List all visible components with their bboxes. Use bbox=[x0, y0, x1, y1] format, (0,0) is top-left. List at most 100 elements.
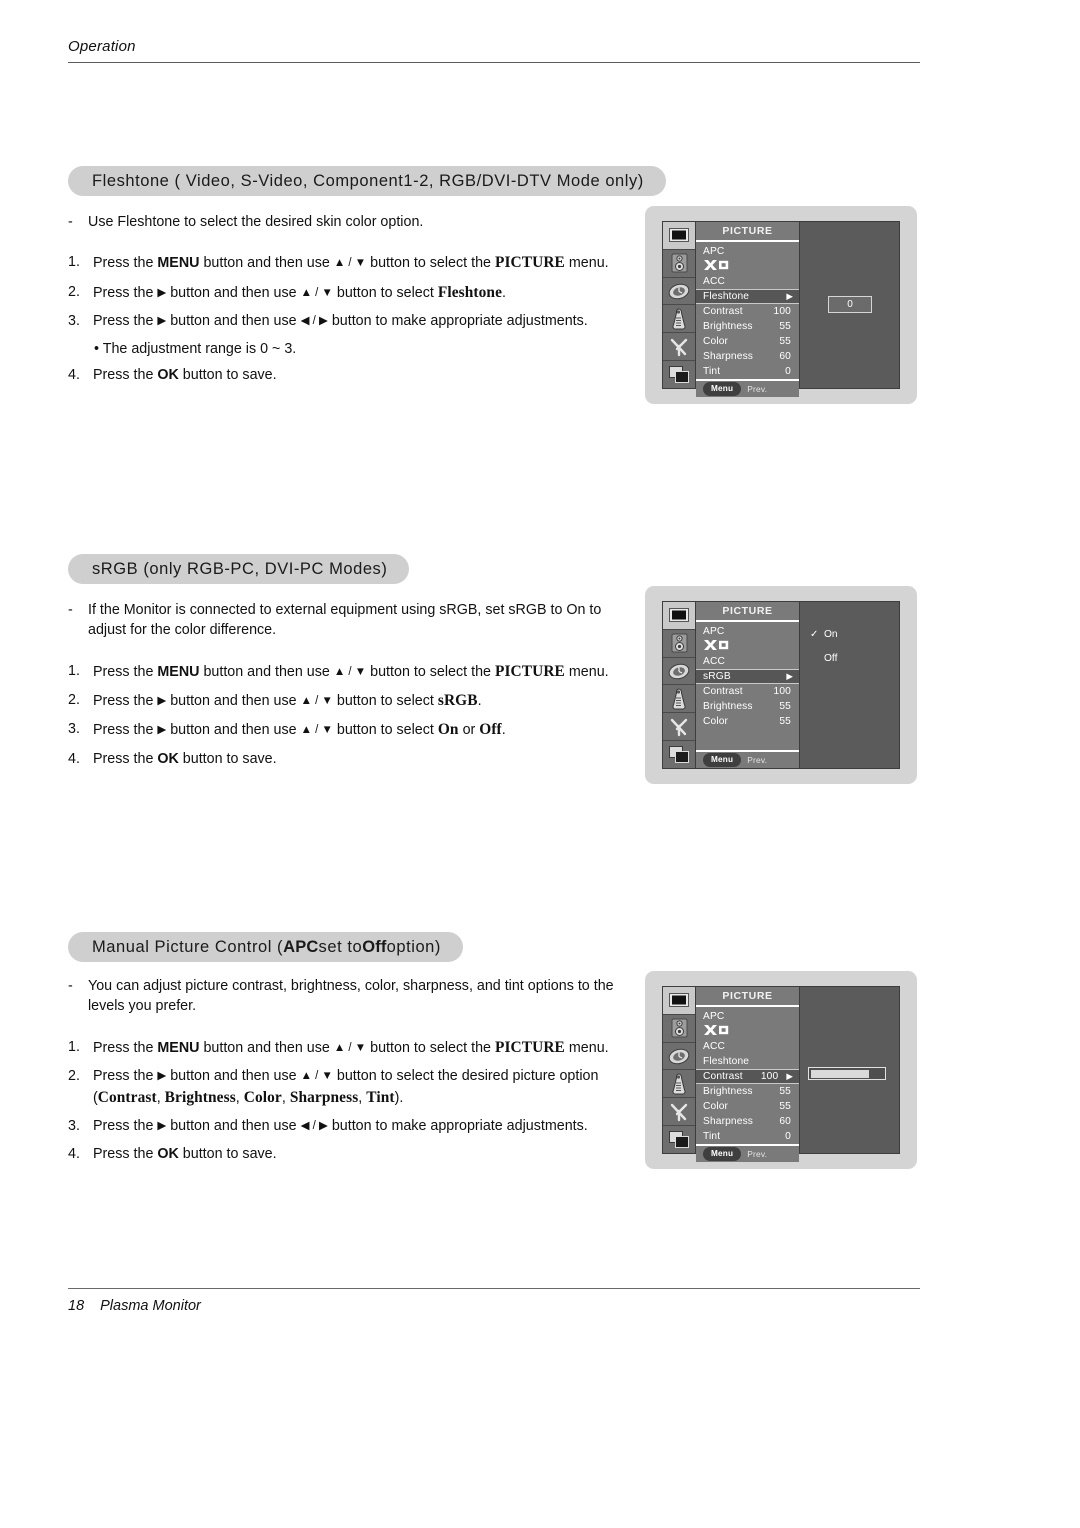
step-text: Press the MENU button and then use ▲ / ▼… bbox=[93, 254, 609, 272]
special-tools-icon[interactable] bbox=[663, 713, 695, 742]
osd-row-sharpness[interactable]: Sharpness 60 bbox=[696, 349, 799, 364]
osd-menu-column: PICTURE APC ACC Fleshtone ▶ Contrast 100 B… bbox=[696, 221, 800, 397]
osd-row-tint[interactable]: Tint 0 bbox=[696, 364, 799, 379]
step-number: 4. bbox=[68, 750, 80, 767]
osd-row-contrast[interactable]: Contrast 100 bbox=[696, 684, 799, 699]
step-text: Press the OK button to save. bbox=[93, 1145, 277, 1162]
osd-menu-title: PICTURE bbox=[696, 602, 799, 622]
osd-icon-rail bbox=[662, 986, 696, 1154]
osd-row-sharpness[interactable]: Sharpness 60 bbox=[696, 1114, 799, 1129]
picture-icon[interactable] bbox=[663, 987, 695, 1015]
heading-part-a: Manual Picture Control ( bbox=[92, 937, 284, 956]
audio-speaker-icon[interactable] bbox=[663, 1014, 695, 1043]
osd-row-apc[interactable]: APC bbox=[696, 624, 799, 639]
screen-windows-icon[interactable] bbox=[663, 1126, 695, 1153]
remote-control-icon[interactable] bbox=[663, 305, 695, 334]
osd-footer-bar: Menu Prev. bbox=[696, 1144, 799, 1162]
osd-row-apc[interactable]: APC bbox=[696, 244, 799, 259]
osd-row-xd[interactable] bbox=[696, 259, 799, 274]
osd-row-fleshtone[interactable]: Fleshtone ▶ bbox=[696, 289, 799, 304]
lead-text: You can adjust picture contrast, brightn… bbox=[88, 978, 614, 1015]
contrast-slider[interactable] bbox=[808, 1067, 886, 1080]
osd-row-contrast[interactable]: Contrast 100 bbox=[696, 304, 799, 319]
step-number: 4. bbox=[68, 1145, 80, 1162]
picture-icon[interactable] bbox=[663, 222, 695, 250]
step-list: 1. Press the MENU button and then use ▲ … bbox=[68, 252, 628, 386]
audio-speaker-icon[interactable] bbox=[663, 629, 695, 658]
osd-prev-label[interactable]: Prev. bbox=[747, 384, 767, 394]
osd-menu-list: APC ACC Fleshtone ▶ Contrast 100 Brightnes… bbox=[696, 242, 799, 379]
step-number: 3. bbox=[68, 721, 80, 738]
osd-menu-button[interactable]: Menu bbox=[703, 1147, 742, 1161]
step-text: Press the ▶ button and then use ▲ / ▼ bu… bbox=[93, 691, 482, 709]
lead-paragraph: - Use Fleshtone to select the desired sk… bbox=[68, 212, 628, 232]
caret-right-icon: ▶ bbox=[786, 291, 793, 302]
page-number: 18 bbox=[68, 1298, 85, 1314]
osd-row-brightness[interactable]: Brightness 55 bbox=[696, 319, 799, 334]
osd-row-brightness[interactable]: Brightness 55 bbox=[696, 699, 799, 714]
osd-row-color[interactable]: Color 55 bbox=[696, 714, 799, 729]
screen-windows-icon[interactable] bbox=[663, 361, 695, 388]
step-number: 2. bbox=[68, 1067, 80, 1084]
osd-menu-button[interactable]: Menu bbox=[703, 753, 742, 767]
osd-row-fleshtone[interactable]: Fleshtone bbox=[696, 1054, 799, 1069]
osd-row-acc[interactable]: ACC bbox=[696, 274, 799, 289]
osd-prev-label[interactable]: Prev. bbox=[747, 755, 767, 765]
lead-text: If the Monitor is connected to external … bbox=[88, 602, 602, 639]
osd-row-xd[interactable] bbox=[696, 639, 799, 654]
osd-menu-button[interactable]: Menu bbox=[703, 382, 742, 396]
page-footer: 18 Plasma Monitor bbox=[68, 1298, 201, 1314]
osd-preview-pane bbox=[800, 986, 900, 1154]
osd-row-acc[interactable]: ACC bbox=[696, 1039, 799, 1054]
xd-logo-icon bbox=[704, 1025, 729, 1035]
osd-option-list: ✓ On Off bbox=[810, 626, 838, 667]
osd-figure-manual-picture: PICTURE APC ACC Fleshtone Contrast 100 ▶ B… bbox=[645, 971, 917, 1169]
xd-logo-icon bbox=[704, 640, 729, 650]
osd-row-tint[interactable]: Tint 0 bbox=[696, 1129, 799, 1144]
step-text: Press the ▶ button and then use ▲ / ▼ bu… bbox=[93, 1067, 599, 1106]
osd-option-on[interactable]: ✓ On bbox=[810, 626, 838, 643]
osd-preview-pane: 0 bbox=[800, 221, 900, 389]
osd-footer-bar: Menu Prev. bbox=[696, 379, 799, 397]
clock-timer-icon[interactable] bbox=[663, 657, 695, 686]
header-divider bbox=[68, 62, 920, 63]
section-heading-srgb: sRGB (only RGB-PC, DVI-PC Modes) bbox=[68, 554, 410, 584]
remote-control-icon[interactable] bbox=[663, 685, 695, 714]
heading-part-apc: APC bbox=[283, 937, 319, 956]
remote-control-icon[interactable] bbox=[663, 1070, 695, 1099]
osd-prev-label[interactable]: Prev. bbox=[747, 1149, 767, 1159]
osd-value-chip[interactable]: 0 bbox=[828, 296, 872, 313]
step-number: 2. bbox=[68, 283, 80, 300]
step-number: 1. bbox=[68, 254, 80, 271]
osd-row-srgb[interactable]: sRGB ▶ bbox=[696, 669, 799, 684]
screen-windows-icon[interactable] bbox=[663, 741, 695, 768]
special-tools-icon[interactable] bbox=[663, 333, 695, 362]
osd-footer-bar: Menu Prev. bbox=[696, 750, 799, 768]
osd-row-xd[interactable] bbox=[696, 1024, 799, 1039]
clock-timer-icon[interactable] bbox=[663, 277, 695, 306]
running-head: Operation bbox=[68, 38, 136, 55]
audio-speaker-icon[interactable] bbox=[663, 249, 695, 278]
osd-menu-list: APC ACC Fleshtone Contrast 100 ▶ Brightnes… bbox=[696, 1007, 799, 1144]
step-list: 1. Press the MENU button and then use ▲ … bbox=[68, 1037, 628, 1165]
heading-part-b: set to bbox=[318, 937, 363, 956]
clock-timer-icon[interactable] bbox=[663, 1042, 695, 1071]
osd-row-apc[interactable]: APC bbox=[696, 1009, 799, 1024]
step-text: Press the ▶ button and then use ▲ / ▼ bu… bbox=[93, 721, 506, 739]
osd-menu-list: APC ACC sRGB ▶ Contrast 100 Brightness 55 C… bbox=[696, 622, 799, 750]
osd-preview-pane: ✓ On Off bbox=[800, 601, 900, 769]
osd-option-off[interactable]: Off bbox=[810, 650, 838, 667]
check-icon: ✓ bbox=[810, 629, 819, 640]
picture-icon[interactable] bbox=[663, 602, 695, 630]
osd-row-brightness[interactable]: Brightness 55 bbox=[696, 1084, 799, 1099]
heading-part-off: Off bbox=[362, 937, 387, 956]
step-item: 1. Press the MENU button and then use ▲ … bbox=[68, 252, 628, 274]
osd-row-color[interactable]: Color 55 bbox=[696, 334, 799, 349]
osd-row-color[interactable]: Color 55 bbox=[696, 1099, 799, 1114]
osd-row-contrast[interactable]: Contrast 100 ▶ bbox=[696, 1069, 799, 1084]
special-tools-icon[interactable] bbox=[663, 1098, 695, 1127]
osd-row-acc[interactable]: ACC bbox=[696, 654, 799, 669]
step-item: 4. Press the OK button to save. bbox=[68, 749, 628, 770]
caret-right-icon: ▶ bbox=[786, 1071, 793, 1082]
step-text: Press the OK button to save. bbox=[93, 750, 277, 767]
